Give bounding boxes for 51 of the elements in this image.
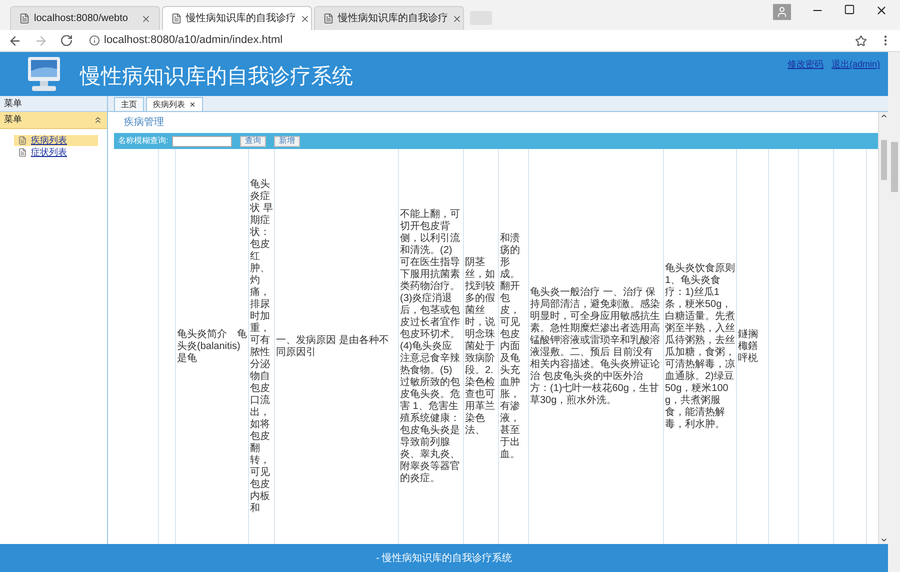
browser-tab[interactable]: localhost:8080/webto — [10, 6, 160, 30]
info-icon — [89, 35, 100, 46]
reload-icon[interactable] — [60, 34, 73, 47]
tab-title: 慢性病知识库的自我诊疗 — [338, 12, 448, 26]
table-cell: 龟头炎简介 龟头炎(balanitis)是龟 — [177, 328, 247, 364]
page-scrollbar[interactable] — [888, 52, 900, 572]
bookmark-icon[interactable] — [855, 34, 867, 46]
name-field[interactable] — [172, 136, 232, 146]
document-icon — [18, 136, 27, 145]
toolbar-button[interactable]: 新增 — [274, 136, 300, 146]
footer-text: - 慢性病知识库的自我诊疗系统 — [376, 552, 512, 566]
back-icon[interactable] — [8, 34, 22, 48]
scrollbar[interactable] — [878, 112, 888, 544]
menu-item[interactable]: 疾病列表 — [14, 135, 98, 146]
page-icon — [323, 13, 334, 24]
tab-title: localhost:8080/webto — [34, 12, 129, 26]
table-cell-text: 龟头炎一般治疗 一、治疗 保持局部清洁，避免刺激。感染明显时，可全身应用敏感抗生素。急性期糜烂渗出者选用高锰酸钾溶液或雷琐辛和乳酸溶液湿敷。二、预后 目前没有相关内容描述。龟头炎辨证论治 包皮龟头炎的中医外治方：(1)七叶一枝花60g，生甘草30g，煎水外洗。 — [530, 286, 661, 406]
accordion-header[interactable]: 菜单 — [0, 112, 107, 129]
menu-item[interactable]: 症状列表 — [14, 147, 98, 158]
scroll-down-icon[interactable] — [880, 536, 888, 544]
table-cell: 龟头炎饮食原则 1、龟头炎食疗：1)丝瓜1条，粳米50g，白糖适量。先煮粥至半熟，入丝瓜待粥熟，去丝瓜加糖，食粥，可清热解毒，凉血通脉。2)绿豆50g，粳米100g，共煮粥服食，能清热解毒，利水肿。 — [665, 262, 735, 430]
table-cell-text: 阴茎丝，如找到较多的假菌丝时，说明念珠菌处于致病阶段。2.染色检查也可用革兰染色法、 — [465, 256, 496, 436]
table-cell-text: 和溃疡的形成。翻开包皮，可见包皮内面及龟头充血肿胀，有渗液，甚至于出血。 — [500, 232, 521, 460]
table-cell-text: 不能上翻，可切开包皮背侧，以利引流和清洗。(2)可在医生指导下服用抗菌素类药物治疗。(3)炎症消退后，包茎或包皮过长者宜作包皮环切术。(4)龟头炎应注意忌食辛辣热食物。(5)过敏所致的包皮龟头炎。危害 1、危害生殖系统健康：包皮龟头炎是导致前列腺炎、睾丸炎、附睾炎等器官的炎症。 — [400, 208, 461, 484]
document-icon — [18, 148, 27, 157]
page-tab[interactable]: 主页 — [114, 97, 144, 111]
collapse-icon[interactable] — [93, 115, 103, 125]
page-icon — [171, 13, 182, 24]
search-label: 名称模糊查询: — [118, 135, 168, 147]
browser-tab[interactable]: 慢性病知识库的自我诊疗 — [162, 6, 312, 30]
table-cell-text: 鐩搁棷鐥呯棁 — [738, 328, 759, 364]
system-title: 慢性病知识库的自我诊疗系统 — [80, 64, 353, 90]
scroll-up-icon[interactable] — [880, 112, 888, 120]
browser-tab[interactable]: 慢性病知识库的自我诊疗 — [314, 6, 464, 30]
close-icon[interactable] — [300, 14, 310, 24]
person-icon — [776, 6, 788, 18]
table-cell-text: 一、发病原因 是由各种不同原因引 — [276, 334, 390, 358]
table-cell: 龟头炎症状 早期症状：包皮红肿、灼痛，排尿时加重，可有脓性分泌物自包皮口流出，如将包皮翻转，可见包皮内板和 — [250, 178, 273, 514]
maximize-icon[interactable] — [844, 4, 855, 15]
page-icon — [19, 13, 30, 24]
monitor-icon — [26, 55, 62, 93]
profile-button[interactable] — [773, 4, 791, 20]
toolbar-button[interactable]: 查询 — [240, 136, 266, 146]
tab-title: 慢性病知识库的自我诊疗 — [186, 12, 296, 26]
close-icon[interactable] — [189, 101, 196, 108]
sidebar-title: 菜单 — [0, 96, 107, 112]
page-tab[interactable]: 疾病列表 — [146, 97, 203, 111]
page-scroll-thumb[interactable] — [890, 142, 898, 192]
close-icon[interactable] — [875, 4, 888, 17]
scroll-thumb[interactable] — [880, 140, 886, 180]
panel-title: 疾病管理 — [123, 116, 165, 130]
